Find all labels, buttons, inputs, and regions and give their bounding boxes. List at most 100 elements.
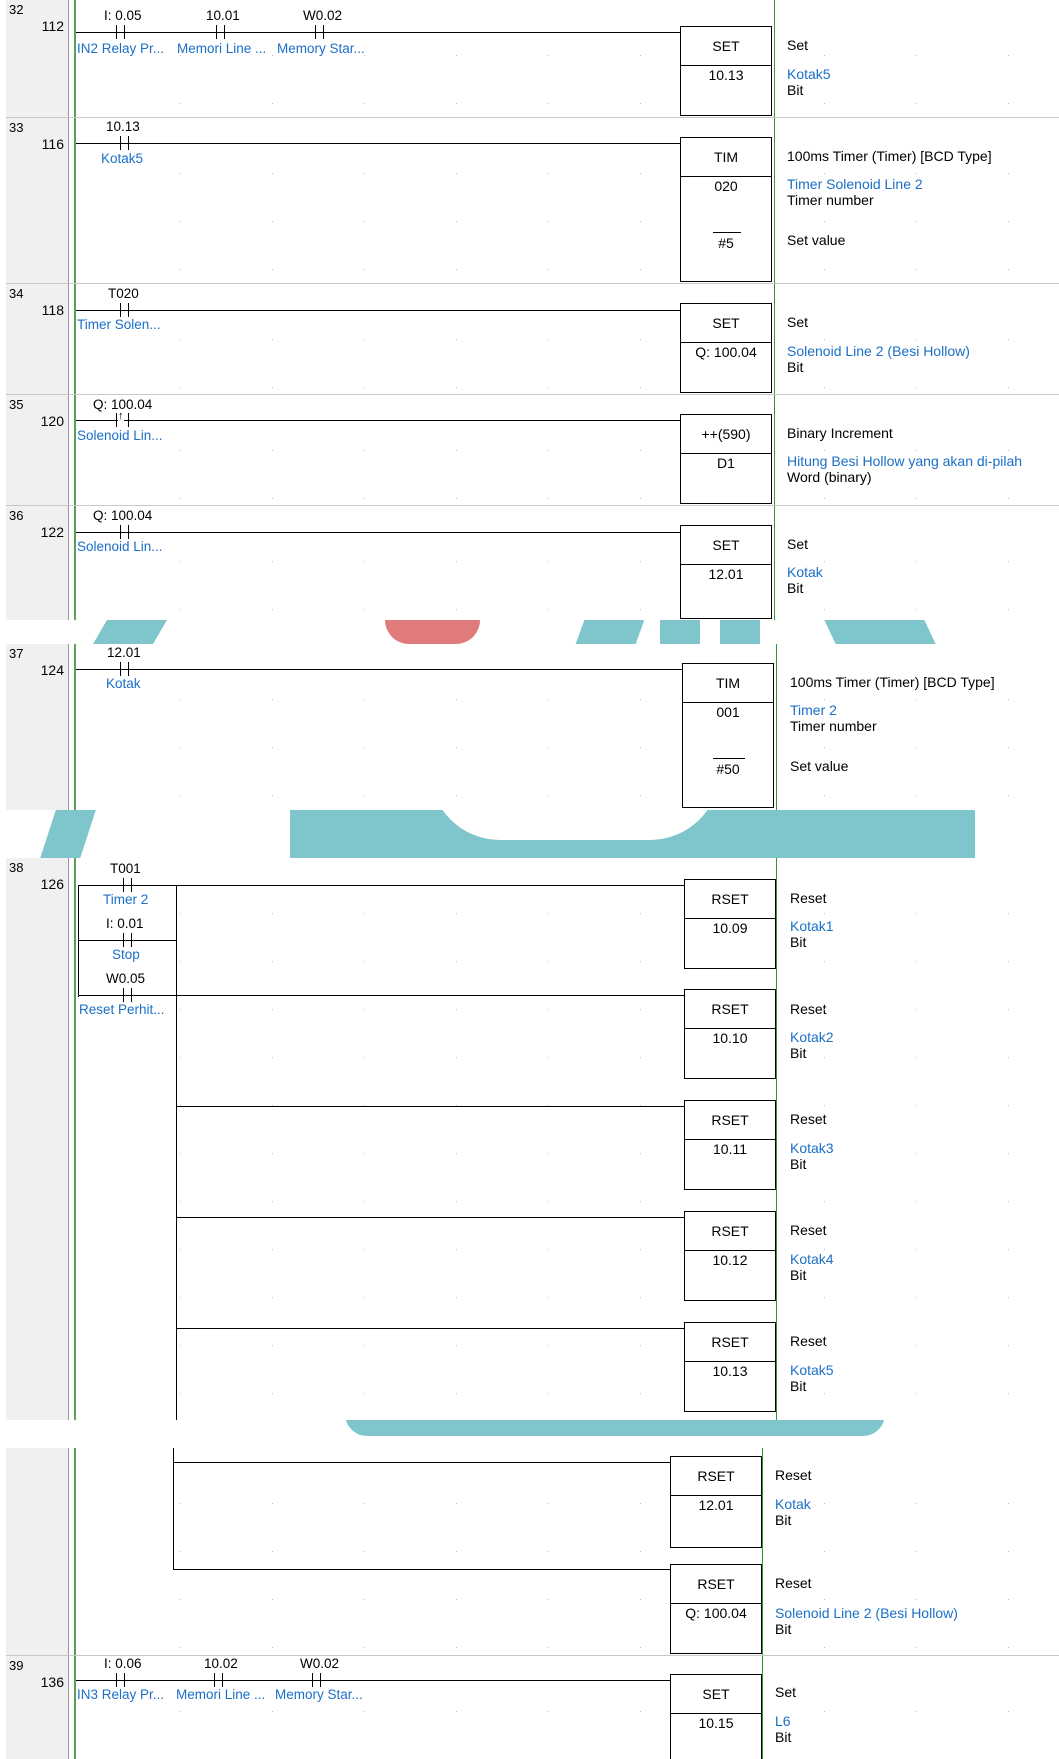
operand-name: Timer Solenoid Line 2 — [787, 176, 923, 192]
grid-dot — [916, 1009, 917, 1010]
grid-dot — [456, 1057, 457, 1058]
step-number: 120 — [40, 413, 64, 429]
grid-dot — [1008, 387, 1009, 388]
rung-number: 38 — [9, 860, 24, 875]
grid-dot — [180, 1297, 181, 1298]
grid-dot — [364, 339, 365, 340]
grid-dot — [824, 1393, 825, 1394]
instruction-block[interactable]: SET Q: 100.04 — [680, 303, 772, 393]
rung-38[interactable]: 38 126 T001 Timer 2 I: 0.01 Stop W0.05 R… — [0, 858, 1059, 1420]
grid-dot — [548, 339, 549, 340]
instruction-block[interactable]: TIM 001 #50 — [682, 663, 774, 808]
grid-dot — [640, 387, 641, 388]
grid-dot — [640, 1249, 641, 1250]
grid-dot — [456, 387, 457, 388]
grid-dot — [456, 1009, 457, 1010]
grid-dot — [364, 1503, 365, 1504]
grid-dot — [824, 1105, 825, 1106]
operand-name: Solenoid Line 2 (Besi Hollow) — [787, 343, 970, 359]
grid-dot — [364, 561, 365, 562]
instruction-title: Set — [787, 536, 809, 552]
grid-dot — [916, 1599, 917, 1600]
grid-dot — [824, 1503, 825, 1504]
instruction-operand: 10.13 — [712, 1363, 748, 1379]
grid-dot — [1008, 609, 1009, 610]
instruction-block[interactable]: RSET 10.12 — [684, 1211, 776, 1301]
grid-dot — [272, 103, 273, 104]
operand-type: Bit — [790, 1267, 807, 1283]
instruction-opcode: RSET — [685, 990, 775, 1029]
instruction-block[interactable]: RSET 10.09 — [684, 879, 776, 969]
contact-address: Q: 100.04 — [93, 508, 153, 523]
grid-dot — [1008, 1599, 1009, 1600]
grid-dot — [640, 1057, 641, 1058]
grid-dot — [916, 913, 917, 914]
instruction-block[interactable]: RSET 12.01 — [670, 1456, 762, 1548]
rung-34[interactable]: 34 118 T020 Timer Solen... SET Q: 100.04… — [0, 284, 1059, 395]
instruction-title: Reset — [790, 1333, 827, 1349]
left-power-rail — [74, 506, 76, 620]
instruction-block[interactable]: RSET 10.11 — [684, 1100, 776, 1190]
grid-dot — [548, 1057, 549, 1058]
instruction-block[interactable]: ++(590) D1 — [680, 414, 772, 504]
instruction-opcode: RSET — [685, 1323, 775, 1362]
grid-dot — [640, 913, 641, 914]
grid-dot — [916, 1057, 917, 1058]
contact-symbol: IN3 Relay Pr... — [77, 1687, 165, 1702]
grid-dot — [180, 795, 181, 796]
instruction-block[interactable]: TIM 020 #5 — [680, 137, 772, 282]
grid-dot — [180, 498, 181, 499]
contact-symbol: Reset Perhit... — [79, 1002, 165, 1017]
grid-dot — [180, 1153, 181, 1154]
rung-36[interactable]: 36 122 Q: 100.04 Solenoid Lin... SET 12.… — [0, 506, 1059, 620]
rung-number: 34 — [9, 286, 24, 301]
grid-dot — [548, 1393, 549, 1394]
instruction-block[interactable]: SET 12.01 — [680, 525, 772, 619]
instruction-block[interactable]: RSET 10.10 — [684, 989, 776, 1079]
grid-dot — [1008, 498, 1009, 499]
rung-39[interactable]: 39 136 I: 0.06 IN3 Relay Pr... 10.02 Mem… — [0, 1656, 1059, 1759]
left-power-rail — [74, 1448, 76, 1656]
grid-dot — [364, 699, 365, 700]
grid-dot — [640, 699, 641, 700]
grid-dot — [456, 103, 457, 104]
grid-dot — [824, 450, 825, 451]
grid-dot — [548, 1711, 549, 1712]
grid-dot — [824, 1009, 825, 1010]
instruction-title: Reset — [790, 890, 827, 906]
grid-dot — [916, 961, 917, 962]
instruction-opcode: RSET — [685, 1101, 775, 1140]
grid-dot — [272, 747, 273, 748]
instruction-title: Set — [775, 1684, 797, 1700]
instruction-block[interactable]: RSET 10.13 — [684, 1322, 776, 1412]
rung-33[interactable]: 33 116 10.13 Kotak5 TIM 020 #5 100ms Tim… — [0, 118, 1059, 284]
operand-name: Kotak5 — [790, 1362, 834, 1378]
instruction-opcode: TIM — [683, 664, 773, 703]
operand-name: Kotak2 — [790, 1029, 834, 1045]
rung-number: 36 — [9, 508, 24, 523]
instruction-block[interactable]: RSET Q: 100.04 — [670, 1564, 762, 1654]
grid-dot — [916, 1153, 917, 1154]
grid-dot — [364, 1009, 365, 1010]
grid-dot — [640, 795, 641, 796]
grid-dot — [548, 1201, 549, 1202]
rung-35[interactable]: 35 120 ↑ Q: 100.04 Solenoid Lin... ++(59… — [0, 395, 1059, 506]
grid-dot — [640, 269, 641, 270]
grid-dot — [272, 1551, 273, 1552]
instruction-block[interactable]: SET 10.13 — [680, 26, 772, 116]
grid-dot — [824, 1345, 825, 1346]
rung-32[interactable]: 32 112 I: 0.05 IN2 Relay Pr... 10.01 Mem… — [0, 0, 1059, 118]
grid-dot — [916, 1201, 917, 1202]
grid-dot — [640, 103, 641, 104]
grid-dot — [916, 498, 917, 499]
instruction-operand: Q: 100.04 — [685, 1605, 747, 1621]
instruction-title: Reset — [775, 1575, 812, 1591]
grid-dot — [364, 498, 365, 499]
rung-number: 39 — [9, 1658, 24, 1673]
instruction-block[interactable]: SET 10.15 — [670, 1674, 762, 1759]
grid-dot — [1008, 1711, 1009, 1712]
rung-37[interactable]: 37 124 12.01 Kotak TIM 001 #50 100ms Tim… — [0, 644, 1059, 810]
grid-dot — [364, 1647, 365, 1648]
rung-38-continued[interactable]: RSET 12.01 Reset Kotak Bit RSET Q: 100.0… — [0, 1448, 1059, 1656]
grid-dot — [824, 795, 825, 796]
